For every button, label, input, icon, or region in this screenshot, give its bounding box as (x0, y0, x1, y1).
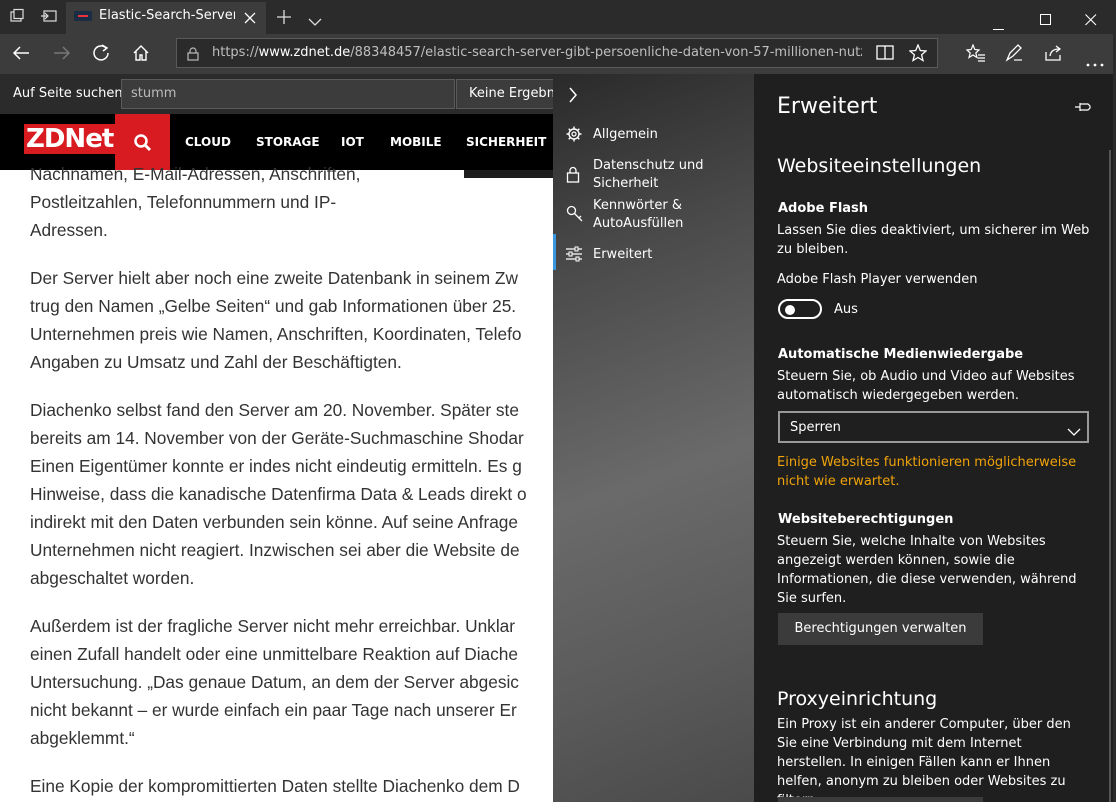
url-host: www.zdnet.de (258, 45, 351, 60)
favorites-hub-icon[interactable] (965, 43, 986, 66)
text-line: Nachnamen, E-Mail-Adressen, Anschriften, (30, 164, 361, 184)
maximize-icon[interactable] (1040, 11, 1052, 30)
flash-description: Lassen Sie dies deaktiviert, um sicherer… (777, 223, 1090, 257)
find-label: Auf Seite suchen (13, 86, 123, 101)
lock-icon (566, 166, 580, 188)
settings-nav-datenschutz[interactable]: Datenschutz und Sicherheit (593, 157, 733, 193)
permissions-description: Steuern Sie, welche Inhalte von Websites… (777, 534, 1077, 606)
flash-heading: Adobe Flash (778, 201, 869, 216)
text-line: indirekt mit den Daten verbunden sein kö… (30, 512, 519, 532)
flash-toggle-label: Adobe Flash Player verwenden (777, 272, 978, 287)
manage-permissions-button[interactable]: Berechtigungen verwalten (778, 613, 983, 645)
text-line: Untersuchung. „Das genaue Datum, an dem … (30, 672, 519, 692)
text-line: abgeschaltet worden. (30, 568, 195, 588)
find-result-text: Keine Ergebnis (469, 86, 566, 101)
proxy-description: Ein Proxy ist ein anderer Computer, über… (777, 717, 1071, 808)
share-icon[interactable] (1045, 44, 1063, 66)
text-line: Der Server hielt aber noch eine zweite D… (30, 268, 518, 288)
article-paragraph: Der Server hielt aber noch eine zweite D… (30, 264, 555, 376)
close-window-icon[interactable] (1085, 11, 1097, 30)
autoplay-warning: Einige Websites funktionieren möglicherw… (777, 455, 1077, 489)
text-line: Einen Eigentümer konnte er indes nicht e… (30, 456, 522, 476)
more-menu-icon[interactable] (1086, 52, 1104, 71)
text-line: bereits am 14. November von der Geräte-S… (30, 428, 524, 448)
text-line: Hinweise, dass die kanadische Datenfirma… (30, 484, 527, 504)
url-text: https://www.zdnet.de/88348457/elastic-se… (212, 45, 862, 60)
text-line: Angaben zu Umsatz und Zahl der Beschäfti… (30, 352, 402, 372)
pin-icon[interactable] (1074, 98, 1092, 117)
autoplay-heading: Automatische Medienwiedergabe (778, 347, 1024, 362)
new-tab-icon[interactable] (276, 9, 292, 29)
article-body: Nachnamen, E-Mail-Adressen, Anschriften,… (30, 160, 555, 802)
minimize-icon[interactable] (993, 16, 1005, 35)
url-path: /88348457/elastic-search-server-gibt-per… (350, 45, 862, 60)
nav-cloud[interactable]: CLOUD (185, 135, 231, 149)
proxy-heading: Proxyeinrichtung (777, 688, 938, 710)
chevron-down-icon (1067, 422, 1081, 441)
text-line: Diachenko selbst fand den Server am 20. … (30, 400, 519, 420)
permissions-heading: Websiteberechtigungen (778, 512, 954, 527)
text-line: abgeklemmt.“ (30, 728, 135, 748)
tab-title: Elastic-Search-Server gi (99, 8, 235, 23)
autoplay-selected-value: Sperren (790, 420, 841, 435)
scrollbar[interactable] (1109, 150, 1111, 802)
text-line: Postleitzahlen, Telefonnummern und IP- (30, 192, 337, 212)
text-line: Unternehmen nicht reagiert. Inzwischen s… (30, 540, 520, 560)
flash-toggle-state: Aus (834, 302, 858, 317)
settings-nav-kennwoerter[interactable]: Kennwörter & AutoAusfüllen (593, 197, 713, 233)
text-line: Unternehmen preis wie Namen, Anschriften… (30, 324, 522, 344)
pen-notes-icon[interactable] (1005, 44, 1023, 66)
sliders-icon (566, 246, 582, 266)
zdnet-favicon-icon (74, 11, 92, 21)
tab-actions-icon[interactable] (9, 8, 25, 28)
section-website-settings: Websiteeinstellungen (777, 155, 982, 177)
key-icon (566, 205, 584, 227)
close-tab-icon[interactable] (244, 9, 256, 28)
settings-title: Erweitert (777, 94, 878, 119)
gear-icon (566, 126, 582, 146)
text-line: Adressen. (30, 220, 108, 240)
settings-nav-allgemein[interactable]: Allgemein (593, 126, 658, 144)
text-line: trug den Namen „Gelbe Seiten“ und gab In… (30, 296, 517, 316)
text-line: Eine Kopie der kompromittierten Daten st… (30, 776, 520, 796)
tab-preview-chevron-icon[interactable] (308, 12, 322, 31)
set-aside-tabs-icon[interactable] (40, 8, 58, 28)
article-paragraph: Eine Kopie der kompromittierten Daten st… (30, 772, 555, 800)
refresh-icon[interactable] (92, 44, 110, 66)
toggle-knob (785, 305, 795, 315)
article-paragraph: Diachenko selbst fand den Server am 20. … (30, 396, 555, 592)
zdnet-logo[interactable]: ZDNet (24, 124, 116, 154)
autoplay-description: Steuern Sie, ob Audio und Video auf Webs… (777, 369, 1075, 403)
text-line: nicht bekannt – er wurde einfach ein paa… (30, 700, 517, 720)
forward-arrow-icon[interactable] (53, 45, 71, 65)
url-prefix: https:// (212, 45, 259, 60)
text-line: einen Zufall handelt oder eine unmittelb… (30, 644, 519, 664)
reading-view-icon[interactable] (876, 45, 894, 65)
active-indicator (553, 234, 556, 270)
settings-nav-erweitert[interactable]: Erweitert (593, 246, 652, 264)
open-proxy-settings-button[interactable] (778, 797, 983, 802)
nav-mobile[interactable]: MOBILE (390, 135, 442, 149)
article-paragraph: Außerdem ist der fragliche Server nicht … (30, 612, 555, 752)
collapse-chevron-icon[interactable] (568, 87, 578, 107)
nav-storage[interactable]: STORAGE (256, 135, 320, 149)
back-arrow-icon[interactable] (12, 45, 30, 65)
nav-sicherheit[interactable]: SICHERHEIT (466, 135, 546, 149)
article-paragraph: Nachnamen, E-Mail-Adressen, Anschriften,… (30, 160, 555, 244)
logo-text: ZDNet (24, 124, 116, 154)
lock-icon[interactable] (187, 46, 199, 65)
find-input-value: stumm (131, 86, 177, 101)
search-icon (134, 134, 152, 152)
text-line: Außerdem ist der fragliche Server nicht … (30, 616, 516, 636)
home-icon[interactable] (132, 44, 150, 66)
nav-iot[interactable]: IOT (341, 135, 364, 149)
favorite-star-icon[interactable] (908, 43, 928, 66)
